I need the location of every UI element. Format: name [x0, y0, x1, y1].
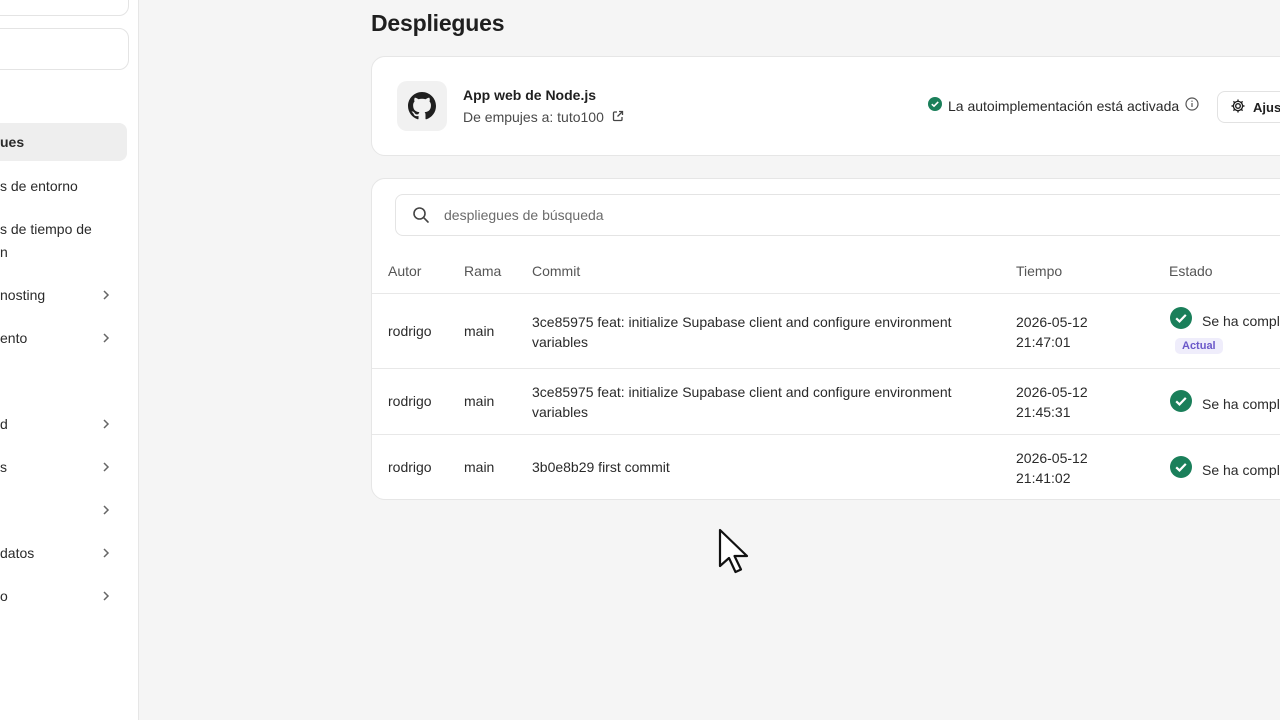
- sidebar-item-label: d: [0, 416, 8, 432]
- sidebar-item-label: ues: [0, 134, 25, 150]
- table-row[interactable]: rodrigo main 3ce85975 feat: initialize S…: [372, 293, 1280, 369]
- status-text: Se ha compl: [1202, 312, 1280, 329]
- column-header-time[interactable]: Tiempo: [1016, 263, 1062, 279]
- repo-branch-text: De empujes a: tuto100: [463, 109, 604, 125]
- sidebar-item-label: o: [0, 588, 8, 604]
- sidebar-item-monitoring[interactable]: ento: [0, 327, 127, 349]
- table-row[interactable]: rodrigo main 3b0e8b29 first commit 2026-…: [372, 434, 1280, 499]
- project-selector[interactable]: [0, 0, 129, 16]
- search-input[interactable]: [442, 206, 1046, 224]
- time-cell: 21:45:31: [1016, 404, 1071, 420]
- current-badge: Actual: [1175, 338, 1223, 354]
- table-row[interactable]: rodrigo main 3ce85975 feat: initialize S…: [372, 368, 1280, 435]
- check-circle-icon: [1170, 456, 1192, 483]
- date-cell: 2026-05-12: [1016, 384, 1088, 400]
- branch-cell: main: [464, 393, 495, 409]
- author-cell: rodrigo: [388, 393, 432, 409]
- search-box[interactable]: [395, 194, 1280, 236]
- commit-cell[interactable]: 3b0e8b29 first commit: [532, 457, 972, 477]
- author-cell: rodrigo: [388, 323, 432, 339]
- chevron-right-icon: [100, 461, 112, 473]
- sidebar-item-databases[interactable]: datos: [0, 542, 127, 564]
- sidebar-item-label-line2: n: [0, 244, 8, 260]
- check-circle-icon: [1170, 390, 1192, 417]
- commit-cell[interactable]: 3ce85975 feat: initialize Supabase clien…: [532, 312, 972, 352]
- sidebar-item-security[interactable]: d: [0, 413, 127, 435]
- sidebar-item-label: ento: [0, 330, 28, 346]
- repo-card: App web de Node.js De empujes a: tuto100…: [371, 56, 1280, 156]
- sidebar-item-deployments[interactable]: ues: [0, 123, 127, 161]
- date-cell: 2026-05-12: [1016, 450, 1088, 466]
- check-circle-icon: [928, 97, 942, 114]
- chevron-right-icon: [100, 547, 112, 559]
- chevron-right-icon: [100, 289, 112, 301]
- repo-branch-link[interactable]: De empujes a: tuto100: [463, 109, 624, 125]
- status-cell: Se ha compl: [1170, 390, 1280, 417]
- chevron-right-icon: [100, 590, 112, 602]
- search-icon: [412, 205, 432, 225]
- sidebar-item-label: s de tiempo de: [0, 221, 92, 237]
- external-link-icon[interactable]: [612, 109, 624, 125]
- chevron-right-icon: [100, 418, 112, 430]
- sidebar-item-label: nosting: [0, 287, 46, 303]
- column-header-branch[interactable]: Rama: [464, 263, 501, 279]
- auto-deploy-text: La autoimplementación está activada: [948, 97, 1180, 114]
- time-cell: 21:41:02: [1016, 470, 1071, 486]
- sidebar-item-label: s: [0, 459, 7, 475]
- gear-icon: [1230, 98, 1246, 117]
- chevron-right-icon: [100, 332, 112, 344]
- sidebar-item-last[interactable]: o: [0, 585, 127, 607]
- sidebar-item-unlabeled[interactable]: [0, 499, 127, 521]
- sidebar-item-hosting[interactable]: nosting: [0, 284, 127, 306]
- sidebar-item-runtime-variables[interactable]: s de tiempo de n: [0, 218, 127, 264]
- chevron-right-icon: [100, 504, 112, 516]
- auto-deploy-status: La autoimplementación está activada: [928, 97, 1199, 114]
- author-cell: rodrigo: [388, 459, 432, 475]
- column-header-status[interactable]: Estado: [1169, 263, 1213, 279]
- settings-button[interactable]: Ajus: [1217, 91, 1280, 123]
- sidebar-item-environment-variables[interactable]: s de entorno: [0, 175, 127, 197]
- sidebar: ues s de entorno s de tiempo de n nostin…: [0, 0, 139, 720]
- column-header-commit[interactable]: Commit: [532, 263, 580, 279]
- date-cell: 2026-05-12: [1016, 314, 1088, 330]
- sidebar-item-integrations[interactable]: s: [0, 456, 127, 478]
- settings-label: Ajus: [1253, 99, 1280, 115]
- page-title: Despliegues: [371, 10, 505, 36]
- status-cell: Se ha compl: [1170, 307, 1280, 334]
- sidebar-item-label: s de entorno: [0, 178, 78, 194]
- status-cell: Se ha compl: [1170, 456, 1280, 483]
- branch-cell: main: [464, 459, 495, 475]
- info-icon[interactable]: [1185, 97, 1199, 114]
- time-cell: 21:47:01: [1016, 334, 1071, 350]
- branch-cell: main: [464, 323, 495, 339]
- mouse-cursor-icon: [718, 528, 752, 581]
- repo-name: App web de Node.js: [463, 87, 597, 103]
- column-header-author[interactable]: Autor: [388, 263, 421, 279]
- deployments-card: Autor Rama Commit Tiempo Estado rodrigo …: [371, 178, 1280, 500]
- github-icon: [397, 81, 447, 131]
- status-text: Se ha compl: [1202, 395, 1280, 412]
- status-text: Se ha compl: [1202, 461, 1280, 478]
- check-circle-icon: [1170, 307, 1192, 334]
- sidebar-search-input[interactable]: [0, 28, 129, 70]
- commit-cell[interactable]: 3ce85975 feat: initialize Supabase clien…: [532, 382, 972, 422]
- sidebar-item-label: datos: [0, 545, 35, 561]
